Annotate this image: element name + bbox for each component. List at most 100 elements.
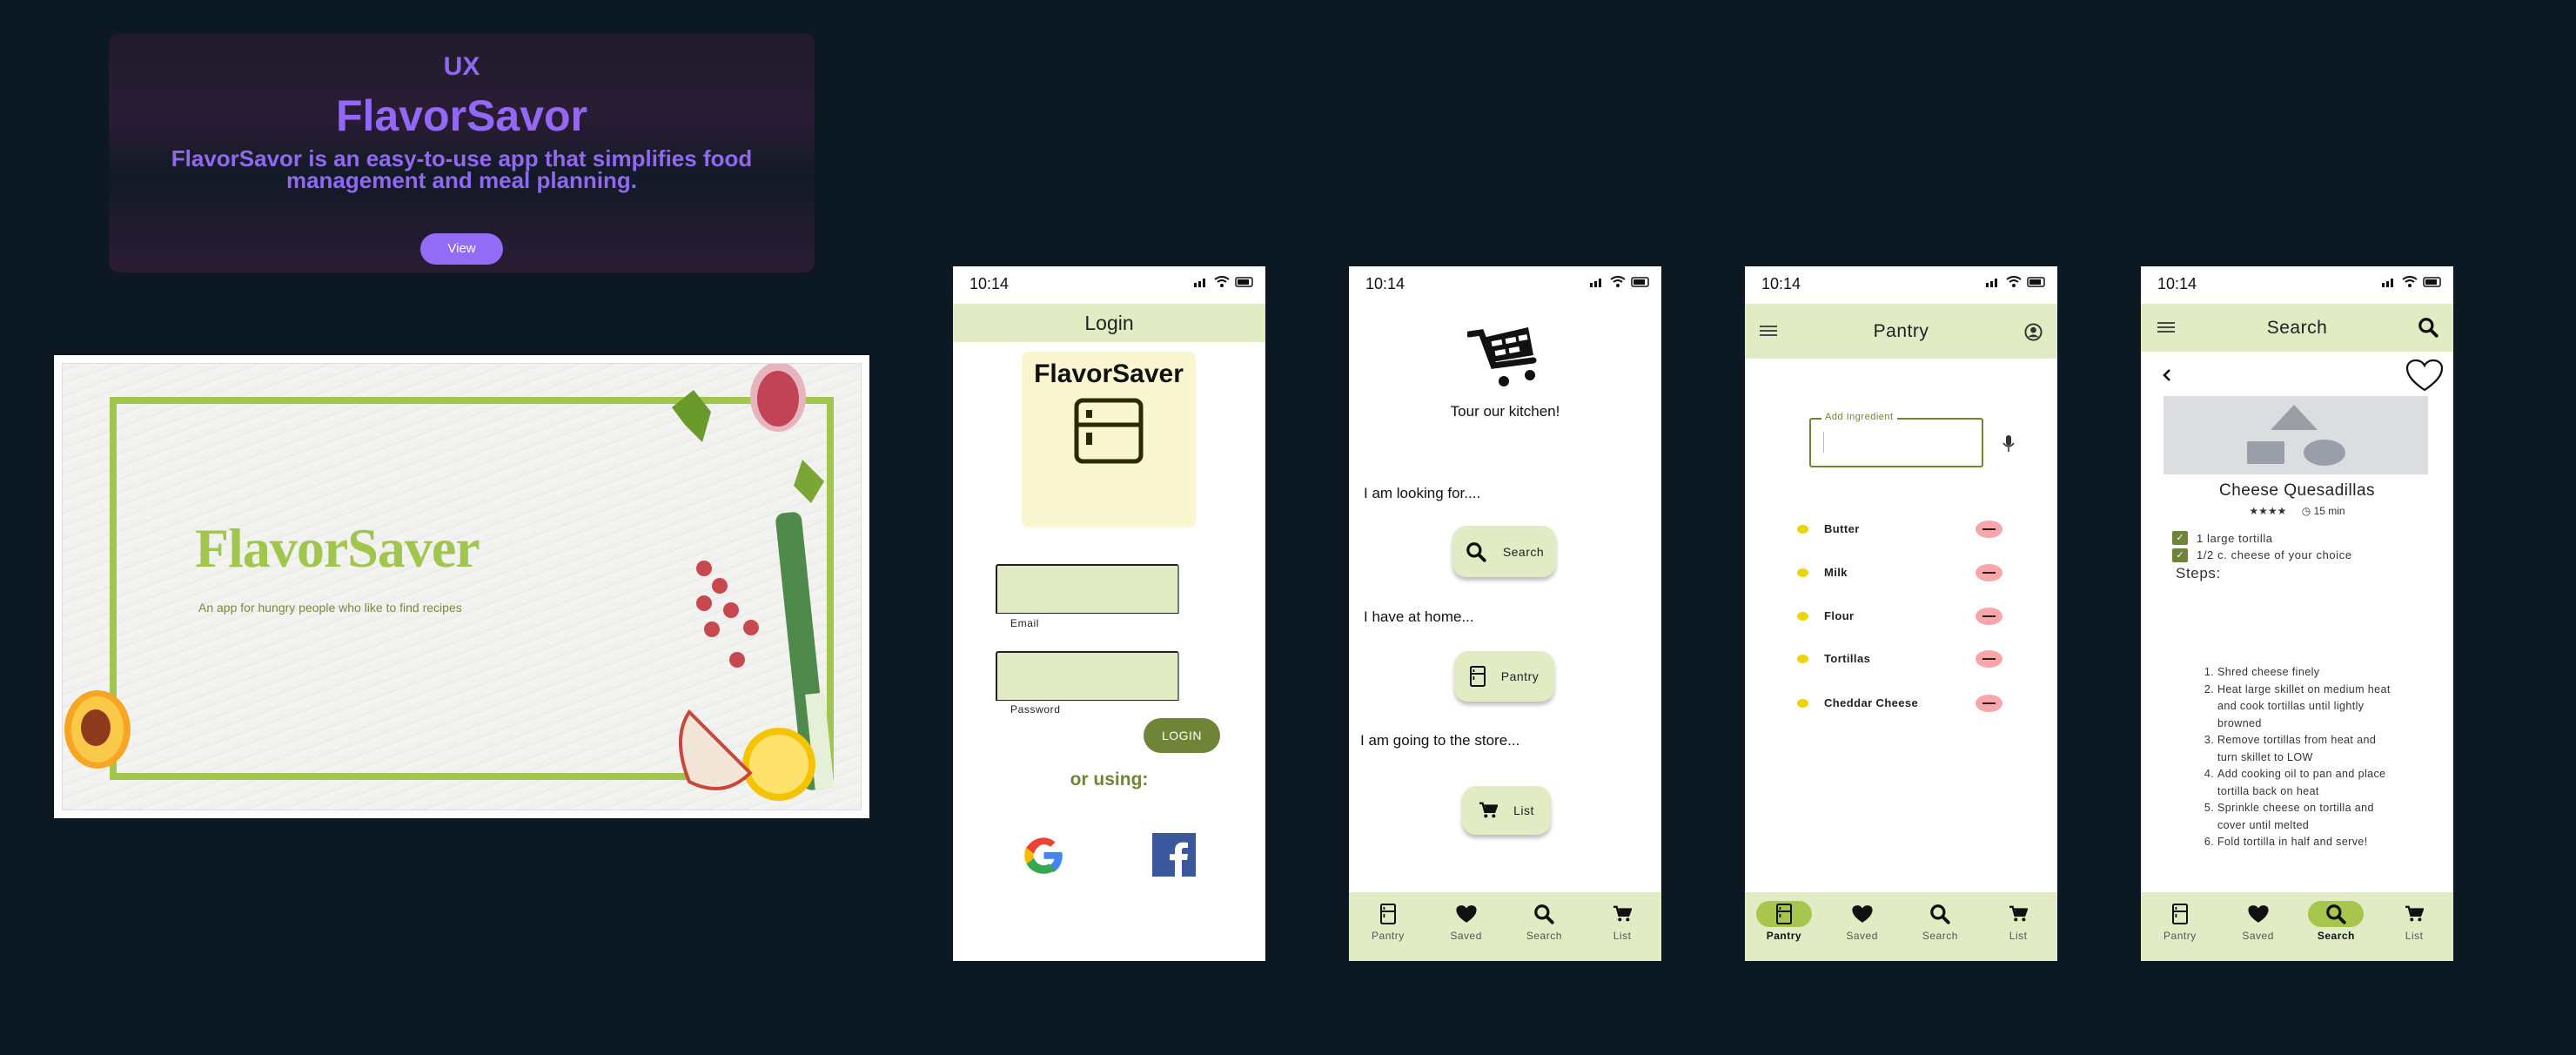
ingredient-checkbox[interactable]: ✓ [2172,531,2188,545]
ingredient-item: Tortillas [1824,652,1871,665]
clock-icon: ◷ [2301,505,2311,517]
remove-ingredient-button[interactable] [1976,695,2002,712]
prompt-going-to-store: I am going to the store... [1360,732,1520,749]
add-ingredient-input[interactable] [1823,432,1971,453]
account-icon[interactable] [2024,323,2043,341]
shopping-cart-icon [1467,327,1537,386]
pantry-header: Pantry [1745,304,2057,359]
nav-item-pantry[interactable]: Pantry [1349,892,1427,961]
google-login-icon[interactable] [1022,833,1066,877]
nav-item-pantry[interactable]: Pantry [2141,892,2219,961]
home-screen: 10:14 Tour our kitchen! I am looking for… [1349,266,1661,961]
heart-icon [2231,901,2286,927]
search-icon [2308,901,2365,927]
tour-search-button[interactable]: Search [1452,526,1556,577]
remove-ingredient-button[interactable] [1976,608,2002,625]
bullet-icon [1797,525,1808,534]
login-screen: 10:14 Login FlavorSaver Email Password L… [953,266,1265,961]
recipe-screen: 10:14 Search Cheese Quesadillas ★★★★ ◷ 1… [2141,266,2453,961]
step-item: Sprinkle cheese on tortilla and cover un… [2217,800,2393,834]
heart-icon [1439,901,1494,927]
nav-item-list[interactable]: List [1583,892,1661,961]
password-label: Password [1010,703,1061,716]
project-banner: UX FlavorSavor FlavorSavor is an easy-to… [109,33,815,272]
peach-illustration [64,690,131,769]
nav-label: List [1613,930,1632,942]
hamburger-menu-icon[interactable] [1760,325,1777,337]
fridge-icon [1469,666,1486,687]
tour-list-label: List [1513,803,1534,817]
nav-label: Saved [1450,930,1482,942]
fridge-icon [1360,901,1416,927]
logo-text: FlavorSaver [1034,360,1184,388]
bottom-nav: Pantry Saved Search List [1745,892,2057,961]
ingredient-item: Flour [1824,609,1855,622]
cook-time: 15 min [2313,505,2345,517]
apple-illustration [679,709,753,790]
nav-item-list[interactable]: List [1979,892,2057,961]
status-time: 10:14 [1761,275,1801,292]
search-header: Search [2141,304,2453,352]
remove-ingredient-button[interactable] [1976,521,2002,538]
recipe-image-placeholder [2163,396,2428,474]
microphone-icon[interactable] [2002,434,2016,454]
remove-ingredient-button[interactable] [1976,564,2002,581]
nav-item-pantry[interactable]: Pantry [1745,892,1823,961]
status-icons [1986,276,2045,287]
add-ingredient-field[interactable]: Add Ingredient [1809,412,1983,467]
password-input[interactable] [996,651,1179,701]
nav-label: Saved [2242,930,2274,942]
alt-login-label: or using: [1070,769,1149,790]
brand-poster: FlavorSaver An app for hungry people who… [54,355,869,818]
recipe-meta: ★★★★ ◷ 15 min [2141,505,2453,517]
email-label: Email [1010,617,1040,629]
nav-label: Search [1526,930,1562,942]
view-button[interactable]: View [420,233,503,265]
nav-item-search[interactable]: Search [1506,892,1584,961]
favorite-heart-icon[interactable] [2405,359,2444,392]
nav-item-search[interactable]: Search [2298,892,2376,961]
tour-list-button[interactable]: List [1462,786,1551,835]
cart-icon [1479,802,1499,818]
remove-ingredient-button[interactable] [1976,650,2002,668]
status-icons [1590,276,1649,287]
nav-item-list[interactable]: List [2375,892,2453,961]
step-item: Remove tortillas from heat and turn skil… [2217,732,2393,766]
pantry-screen: 10:14 Pantry Add Ingredient Butter Milk … [1745,266,2057,961]
hamburger-menu-icon[interactable] [2157,321,2175,333]
login-button[interactable]: LOGIN [1144,718,1220,753]
status-time: 10:14 [969,275,1010,292]
image-placeholder-icon [2247,405,2345,466]
status-time: 10:14 [1365,275,1405,292]
search-icon [1516,901,1572,927]
search-title: Search [2266,318,2328,338]
nav-label: Saved [1846,930,1878,942]
tour-tagline: Tour our kitchen! [1450,403,1560,420]
fruit-illustrations [64,364,835,801]
facebook-login-icon[interactable] [1152,833,1196,877]
bullet-icon [1797,568,1808,577]
fig-illustration [750,364,806,432]
tour-pantry-button[interactable]: Pantry [1454,651,1554,702]
nav-item-search[interactable]: Search [1902,892,1980,961]
ingredient-item: Butter [1824,522,1860,535]
nav-item-saved[interactable]: Saved [1823,892,1902,961]
bullet-icon [1797,612,1808,621]
tour-search-label: Search [1502,544,1545,559]
login-header: Login [953,304,1265,342]
nav-item-saved[interactable]: Saved [1427,892,1506,961]
banner-description: FlavorSavor is an easy-to-use app that s… [171,145,753,193]
add-ingredient-label: Add Ingredient [1821,412,1897,422]
back-chevron-icon[interactable] [2162,367,2172,383]
nav-label: Search [1922,930,1958,942]
fridge-icon [1755,901,1812,927]
heart-icon [1835,901,1890,927]
status-icons [1194,276,1253,287]
ingredient-text: 1/2 c. cheese of your choice [2197,548,2352,561]
cart-icon [1594,901,1650,927]
recipe-title: Cheese Quesadillas [2218,481,2376,500]
search-icon[interactable] [2417,316,2439,339]
nav-item-saved[interactable]: Saved [2219,892,2298,961]
email-input[interactable] [996,564,1179,614]
ingredient-checkbox[interactable]: ✓ [2172,548,2188,562]
